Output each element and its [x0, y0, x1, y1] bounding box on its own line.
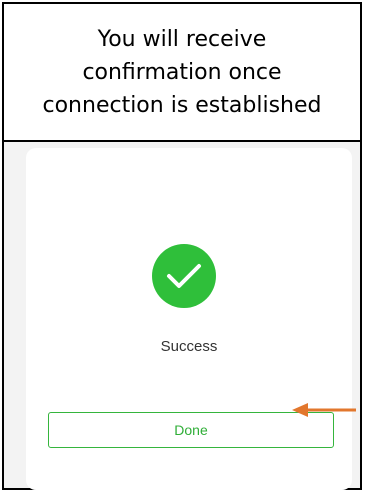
checkmark-icon [167, 264, 201, 288]
status-label: Success [160, 338, 218, 355]
pointer-arrow-icon [292, 403, 356, 417]
instruction-caption: You will receive confirmation once conne… [4, 4, 360, 142]
success-dialog: Success Done [26, 148, 352, 490]
checkmark-circle-icon [152, 244, 216, 308]
instruction-text: You will receive confirmation once conne… [42, 26, 322, 118]
app-screen: Success Done [4, 142, 360, 490]
